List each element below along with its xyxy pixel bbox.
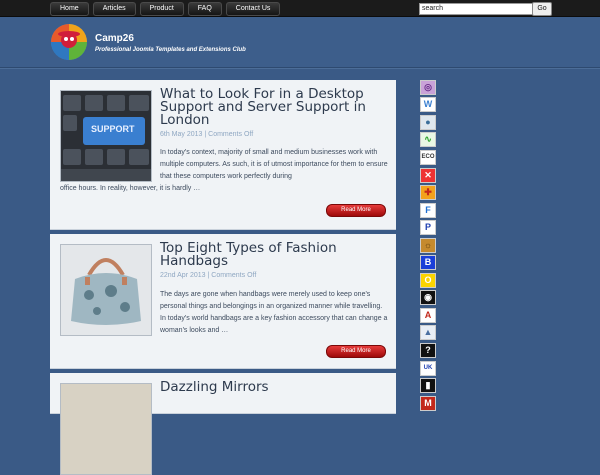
post-meta: 6th May 2013 | Comments Off xyxy=(160,131,253,138)
q-icon[interactable]: ? xyxy=(420,343,436,358)
nav-contact-us[interactable]: Contact Us xyxy=(225,2,281,16)
uk-icon[interactable]: UK xyxy=(420,361,436,376)
globe-icon[interactable]: ◎ xyxy=(420,80,436,95)
search-input[interactable]: search xyxy=(419,3,536,15)
b-icon[interactable]: B xyxy=(420,255,436,270)
excerpt-text: The days are gone when handbags were mer… xyxy=(160,291,388,334)
read-more-button[interactable]: Read More xyxy=(326,345,386,358)
chart-icon[interactable]: ∿ xyxy=(420,132,436,147)
nav-home[interactable]: Home xyxy=(50,2,89,16)
nav-articles[interactable]: Articles xyxy=(92,2,136,16)
keyboard-key-label: SUPPORT xyxy=(91,124,135,134)
post-date: 22nd Apr 2013 xyxy=(160,272,206,279)
nav-product[interactable]: Product xyxy=(139,2,184,16)
handbag-image-icon xyxy=(61,245,151,335)
site-logo-icon[interactable] xyxy=(50,23,88,61)
excerpt-text: In today's context, majority of small an… xyxy=(160,149,388,180)
header-divider xyxy=(0,68,600,69)
mountain-icon[interactable]: ▲ xyxy=(420,325,436,340)
lion-icon[interactable]: ☼ xyxy=(420,238,436,253)
post-thumbnail[interactable] xyxy=(60,244,152,336)
post-title[interactable]: Top Eight Types of Fashion Handbags xyxy=(160,241,388,268)
keyboard-image-icon xyxy=(61,91,151,181)
a-icon[interactable]: A xyxy=(420,308,436,323)
circle-icon[interactable]: ● xyxy=(420,115,436,130)
search-go-button[interactable]: Go xyxy=(532,2,552,16)
x-icon[interactable]: ✕ xyxy=(420,168,436,183)
post-card: Top Eight Types of Fashion Handbags 22nd… xyxy=(50,234,396,369)
post-thumbnail[interactable] xyxy=(60,383,152,475)
boots-icon[interactable]: ▮ xyxy=(420,378,436,393)
site-tagline: Professional Joomla Templates and Extens… xyxy=(95,47,246,53)
post-card: Dazzling Mirrors xyxy=(50,373,396,475)
site-header: Camp26 Professional Joomla Templates and… xyxy=(0,17,600,68)
post-title[interactable]: What to Look For in a Desktop Support an… xyxy=(160,87,388,127)
post-comments-link[interactable]: Comments Off xyxy=(211,272,256,279)
f-icon[interactable]: F xyxy=(420,203,436,218)
read-more-button[interactable]: Read More xyxy=(326,204,386,217)
post-card: SUPPORT What to Look For in a Desktop Su… xyxy=(50,80,396,230)
puzzle-icon[interactable]: ✚ xyxy=(420,185,436,200)
meta-separator: | xyxy=(207,272,210,279)
post-date: 6th May 2013 xyxy=(160,131,203,138)
nav-faq[interactable]: FAQ xyxy=(187,2,222,16)
camera-icon[interactable]: ◉ xyxy=(420,290,436,305)
post-meta: 22nd Apr 2013 | Comments Off xyxy=(160,272,256,279)
main-nav: Home Articles Product FAQ Contact Us xyxy=(50,2,281,16)
m-icon[interactable]: M xyxy=(420,396,436,411)
post-excerpt: In today's context, majority of small an… xyxy=(60,147,388,195)
top-bar: Home Articles Product FAQ Contact Us sea… xyxy=(0,0,600,17)
post-comments-link[interactable]: Comments Off xyxy=(208,131,253,138)
meta-separator: | xyxy=(204,131,207,138)
post-excerpt: The days are gone when handbags were mer… xyxy=(160,289,388,337)
o-icon[interactable]: O xyxy=(420,273,436,288)
excerpt-text-continued: office hours. In reality, however, it is… xyxy=(60,185,201,192)
post-title[interactable]: Dazzling Mirrors xyxy=(160,380,388,394)
site-title[interactable]: Camp26 xyxy=(95,33,134,44)
w-icon[interactable]: W xyxy=(420,97,436,112)
eco-icon[interactable]: ECO xyxy=(420,150,436,165)
p-icon[interactable]: P xyxy=(420,220,436,235)
post-thumbnail[interactable]: SUPPORT xyxy=(60,90,152,182)
